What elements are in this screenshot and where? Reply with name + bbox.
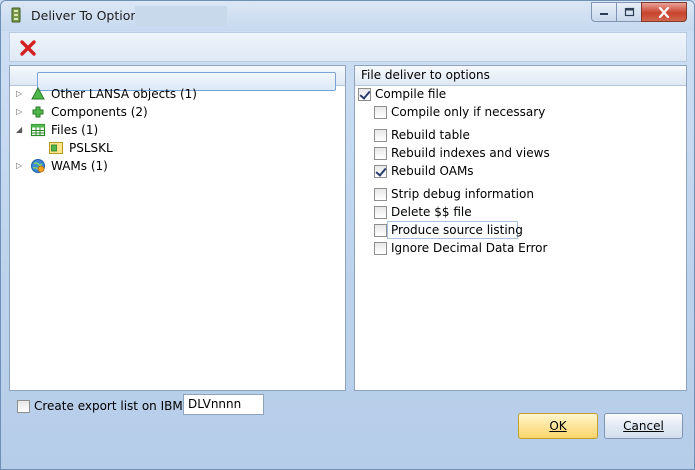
wams-globe-icon — [31, 159, 45, 173]
ignore-decimal-data-error-label[interactable]: Ignore Decimal Data Error — [391, 241, 547, 255]
tree-item-components[interactable]: Components (2) — [51, 105, 148, 119]
delete-ss-file-checkbox[interactable] — [374, 206, 387, 219]
close-button[interactable] — [641, 2, 687, 22]
rebuild-oams-checkbox[interactable] — [374, 165, 387, 178]
export-list-name-input[interactable]: DLVnnnn — [183, 394, 264, 415]
file-options-panel: File deliver to options Compile file Com… — [354, 65, 687, 391]
tree-item-wams[interactable]: WAMs (1) — [51, 159, 108, 173]
create-export-list-checkbox[interactable] — [17, 400, 30, 413]
file-object-icon — [49, 142, 63, 154]
produce-source-listing-label[interactable]: Produce source listing — [391, 223, 523, 237]
title-redacted-area — [135, 6, 227, 26]
tree-item-other-lansa-objects[interactable]: Other LANSA objects (1) — [51, 87, 197, 101]
deliver-to-options-dialog: Deliver To Options ▷ Other LANSA objects… — [0, 0, 695, 470]
compile-file-checkbox[interactable] — [358, 88, 371, 101]
ok-button-label: OK — [549, 419, 567, 433]
produce-source-listing-checkbox[interactable] — [374, 224, 387, 237]
strip-debug-information-label[interactable]: Strip debug information — [391, 187, 534, 201]
ok-button[interactable]: OK — [518, 413, 598, 439]
expand-arrow-icon[interactable]: ▷ — [16, 89, 26, 99]
files-table-icon — [30, 123, 46, 137]
close-icon — [658, 6, 670, 18]
title-bar[interactable]: Deliver To Options — [1, 1, 694, 31]
rebuild-table-label[interactable]: Rebuild table — [391, 128, 470, 142]
restore-icon — [624, 7, 634, 17]
minimize-icon — [600, 13, 608, 15]
cancel-button-label: Cancel — [623, 419, 664, 433]
toolbar — [9, 32, 687, 62]
file-options-header: File deliver to options — [355, 66, 686, 86]
maximize-button[interactable] — [616, 2, 642, 22]
rebuild-table-checkbox[interactable] — [374, 129, 387, 142]
delete-icon[interactable] — [18, 38, 38, 58]
rebuild-indexes-and-views-checkbox[interactable] — [374, 147, 387, 160]
collapse-arrow-icon[interactable]: ◢ — [16, 125, 26, 135]
compile-file-label[interactable]: Compile file — [375, 87, 446, 101]
strip-debug-information-checkbox[interactable] — [374, 188, 387, 201]
ignore-decimal-data-error-checkbox[interactable] — [374, 242, 387, 255]
create-export-list-label[interactable]: Create export list on IBM i — [34, 399, 190, 413]
app-icon — [11, 7, 21, 23]
expand-arrow-icon[interactable]: ▷ — [16, 107, 26, 117]
compile-only-if-necessary-label[interactable]: Compile only if necessary — [391, 105, 545, 119]
lansa-objects-icon — [31, 86, 45, 100]
expand-arrow-icon[interactable]: ▷ — [16, 161, 26, 171]
tree-item-files[interactable]: Files (1) — [51, 123, 98, 137]
components-icon — [32, 106, 44, 118]
cancel-button[interactable]: Cancel — [604, 413, 683, 439]
tree-item-pslskl[interactable]: PSLSKL — [69, 141, 113, 155]
compile-only-if-necessary-checkbox[interactable] — [374, 106, 387, 119]
rebuild-indexes-and-views-label[interactable]: Rebuild indexes and views — [391, 146, 550, 160]
window-title: Deliver To Options — [31, 8, 145, 23]
minimize-button[interactable] — [591, 2, 617, 22]
delete-ss-file-label[interactable]: Delete $$ file — [391, 205, 472, 219]
rebuild-oams-label[interactable]: Rebuild OAMs — [391, 164, 474, 178]
